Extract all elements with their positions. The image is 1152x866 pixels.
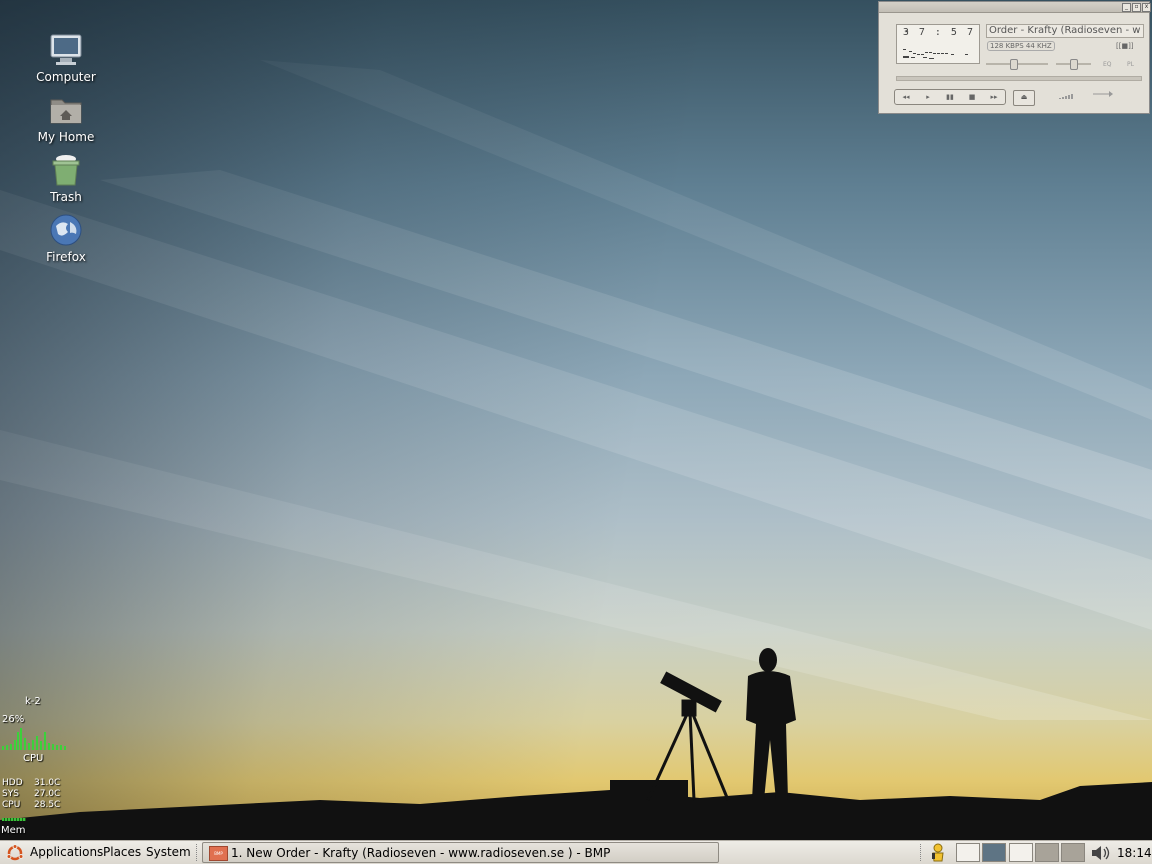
close-icon[interactable]: x bbox=[1142, 3, 1151, 12]
desktop-icon-trash[interactable]: Trash bbox=[21, 152, 111, 204]
samplerate: 44 KHZ bbox=[1025, 42, 1052, 50]
desktop-icon-my-home[interactable]: My Home bbox=[21, 92, 111, 144]
desktop-icon-label: My Home bbox=[37, 130, 95, 144]
volume-icon[interactable] bbox=[1090, 845, 1112, 864]
clock[interactable]: 18:14 bbox=[1117, 846, 1152, 860]
previous-button[interactable]: ◂◂ bbox=[895, 90, 917, 104]
gaim-icon[interactable] bbox=[929, 843, 947, 866]
mem-bar bbox=[2, 818, 26, 821]
firefox-icon bbox=[48, 212, 84, 248]
maximize-icon[interactable]: ▫ bbox=[1132, 3, 1141, 12]
minimize-icon[interactable]: _ bbox=[1122, 3, 1131, 12]
balance-slider[interactable] bbox=[1070, 59, 1078, 70]
desktop-icon-label: Computer bbox=[36, 70, 96, 84]
mem-label: Mem bbox=[1, 825, 26, 836]
play-button[interactable]: ▸ bbox=[917, 90, 939, 104]
playlist-toggle[interactable]: PL bbox=[1127, 61, 1134, 68]
song-title[interactable]: Order - Krafty (Radioseven - w bbox=[986, 24, 1144, 38]
desktop-wallpaper[interactable] bbox=[0, 0, 1152, 840]
panel-separator bbox=[196, 844, 199, 861]
ubuntu-logo-icon[interactable] bbox=[6, 844, 24, 865]
taskbar-button-bmp[interactable]: BMP 1. New Order - Krafty (Radioseven - … bbox=[202, 842, 719, 863]
player-titlebar[interactable]: _ ▫ x bbox=[879, 2, 1151, 13]
workspace-3[interactable] bbox=[1009, 843, 1033, 862]
workspace-5[interactable] bbox=[1061, 843, 1085, 862]
seek-bar[interactable] bbox=[896, 76, 1142, 81]
pause-button[interactable]: ▮▮ bbox=[939, 90, 961, 104]
bitrate: 128 KBPS bbox=[990, 42, 1024, 50]
desktop-icon-label: Firefox bbox=[46, 250, 86, 264]
cpu-label: CPU bbox=[23, 753, 44, 764]
cpu-percent: 26% bbox=[2, 714, 25, 725]
spectrum-analyzer[interactable] bbox=[901, 45, 971, 59]
volume-slider[interactable] bbox=[1010, 59, 1018, 70]
temperature-list: HDD 31.0C SYS 27.0C CPU 28.5C bbox=[2, 778, 66, 811]
bmp-app-icon: BMP bbox=[209, 846, 228, 861]
workspace-1[interactable] bbox=[956, 843, 980, 862]
desktop-icon-label: Trash bbox=[50, 190, 82, 204]
temp-row: SYS 27.0C bbox=[2, 789, 61, 799]
menu-places[interactable]: Places bbox=[103, 845, 141, 859]
panel-separator bbox=[920, 844, 923, 861]
workspace-4[interactable] bbox=[1035, 843, 1059, 862]
menu-applications[interactable]: Applications bbox=[30, 845, 103, 859]
menu-system[interactable]: System bbox=[146, 845, 191, 859]
time-display[interactable]: 3 7 : 5 7 bbox=[903, 27, 975, 38]
stream-info: 128 KBPS 44 KHZ bbox=[987, 41, 1055, 51]
transport-controls: ◂◂ ▸ ▮▮ ■ ▸▸ bbox=[894, 89, 1006, 105]
wallpaper-art bbox=[0, 60, 1152, 840]
eject-button[interactable]: ⏏ bbox=[1013, 90, 1035, 106]
desktop-icon-computer[interactable]: Computer bbox=[21, 32, 111, 84]
system-monitor[interactable]: k-2 26% CPU HDD 31.0C SYS 27.0C CPU 28.5C M… bbox=[0, 696, 80, 840]
eq-toggle[interactable]: EQ bbox=[1103, 61, 1112, 68]
trash-icon bbox=[48, 152, 84, 188]
stereo-indicator: [[■]] bbox=[1116, 42, 1134, 50]
home-folder-icon bbox=[48, 92, 84, 128]
stop-button[interactable]: ■ bbox=[961, 90, 983, 104]
taskbar-button-label: 1. New Order - Krafty (Radioseven - www.… bbox=[231, 846, 611, 860]
workspace-2[interactable] bbox=[982, 843, 1006, 862]
next-button[interactable]: ▸▸ bbox=[983, 90, 1005, 104]
desktop-icon-firefox[interactable]: Firefox bbox=[21, 212, 111, 264]
hostname: k-2 bbox=[25, 696, 41, 707]
bmp-player-window[interactable]: _ ▫ x ▸ 3 7 : 5 7 Order - Krafty (Radios… bbox=[878, 1, 1151, 114]
temp-row: HDD 31.0C bbox=[2, 778, 61, 788]
temp-row: CPU 28.5C bbox=[2, 800, 61, 810]
bottom-panel: Applications Places System BMP 1. New Or… bbox=[0, 840, 1152, 864]
shuffle-icon[interactable] bbox=[1059, 92, 1075, 102]
computer-icon bbox=[48, 32, 84, 68]
repeat-icon[interactable] bbox=[1093, 90, 1113, 101]
player-display: ▸ 3 7 : 5 7 bbox=[896, 24, 980, 64]
